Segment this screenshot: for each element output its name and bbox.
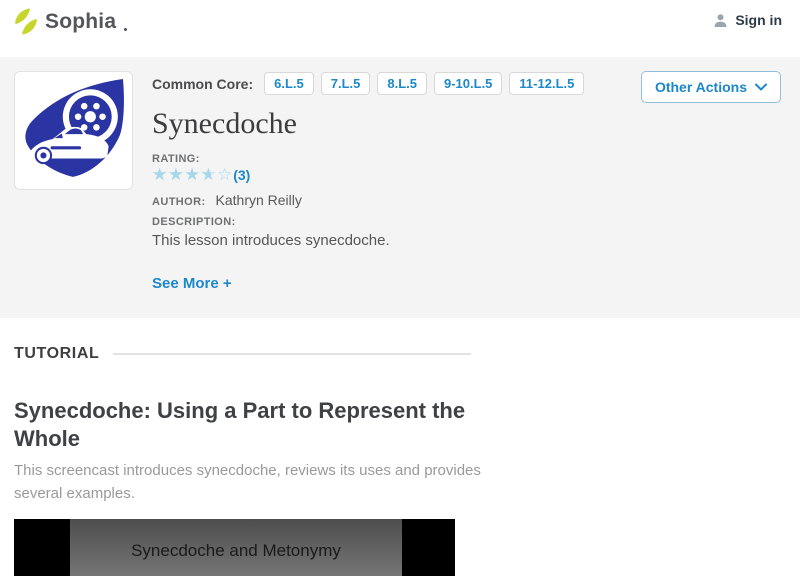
brand-name: Sophia bbox=[45, 10, 116, 34]
brand-trademark-dot bbox=[124, 28, 127, 31]
star-rating: ☆☆☆☆☆ ★★★★★ bbox=[152, 166, 233, 183]
stars-filled: ★★★★★ bbox=[152, 166, 211, 183]
description-text: This lesson introduces synecdoche. bbox=[152, 232, 782, 249]
sophia-logo-icon bbox=[14, 8, 38, 35]
section-divider bbox=[113, 353, 471, 355]
common-core-badge[interactable]: 6.L.5 bbox=[264, 72, 314, 95]
chevron-down-icon bbox=[755, 83, 767, 91]
lesson-thumbnail[interactable] bbox=[14, 71, 133, 190]
sign-in-label: Sign in bbox=[735, 12, 782, 28]
video-slide: Synecdoche and Metonymy Synecdoche and m… bbox=[70, 519, 402, 576]
other-actions-label: Other Actions bbox=[655, 79, 747, 95]
common-core-badge[interactable]: 11-12.L.5 bbox=[509, 72, 584, 95]
see-more-link[interactable]: See More + bbox=[152, 275, 232, 292]
rating-count-link[interactable]: (3) bbox=[233, 167, 250, 183]
top-header: Sophia Sign in bbox=[0, 0, 800, 57]
description-label: DESCRIPTION: bbox=[152, 216, 782, 228]
common-core-badge[interactable]: 7.L.5 bbox=[321, 72, 371, 95]
author-label: AUTHOR: bbox=[152, 196, 206, 208]
rating-label: RATING: bbox=[152, 153, 782, 165]
tutorial-subtext: This screencast introduces synecdoche, r… bbox=[14, 459, 514, 506]
video-player[interactable]: Synecdoche and Metonymy Synecdoche and m… bbox=[14, 519, 455, 576]
common-core-badge[interactable]: 8.L.5 bbox=[377, 72, 427, 95]
author-name: Kathryn Reilly bbox=[216, 192, 302, 208]
car-wheel-illustration bbox=[20, 77, 127, 184]
common-core-label: Common Core: bbox=[152, 76, 253, 92]
lesson-title: Synecdoche bbox=[152, 107, 782, 141]
tutorial-heading: Synecdoche: Using a Part to Represent th… bbox=[14, 397, 514, 453]
common-core-badge[interactable]: 9-10.L.5 bbox=[434, 72, 502, 95]
other-actions-button[interactable]: Other Actions bbox=[641, 71, 781, 103]
lesson-hero-section: Common Core: 6.L.5 7.L.5 8.L.5 9-10.L.5 … bbox=[0, 57, 800, 318]
sophia-logo[interactable]: Sophia bbox=[14, 8, 127, 35]
sign-in-button[interactable]: Sign in bbox=[713, 12, 782, 28]
slide-title: Synecdoche and Metonymy bbox=[70, 541, 402, 561]
user-icon bbox=[713, 13, 728, 28]
tutorial-section-label: TUTORIAL bbox=[14, 345, 99, 363]
tutorial-section: TUTORIAL Synecdoche: Using a Part to Rep… bbox=[0, 345, 800, 576]
